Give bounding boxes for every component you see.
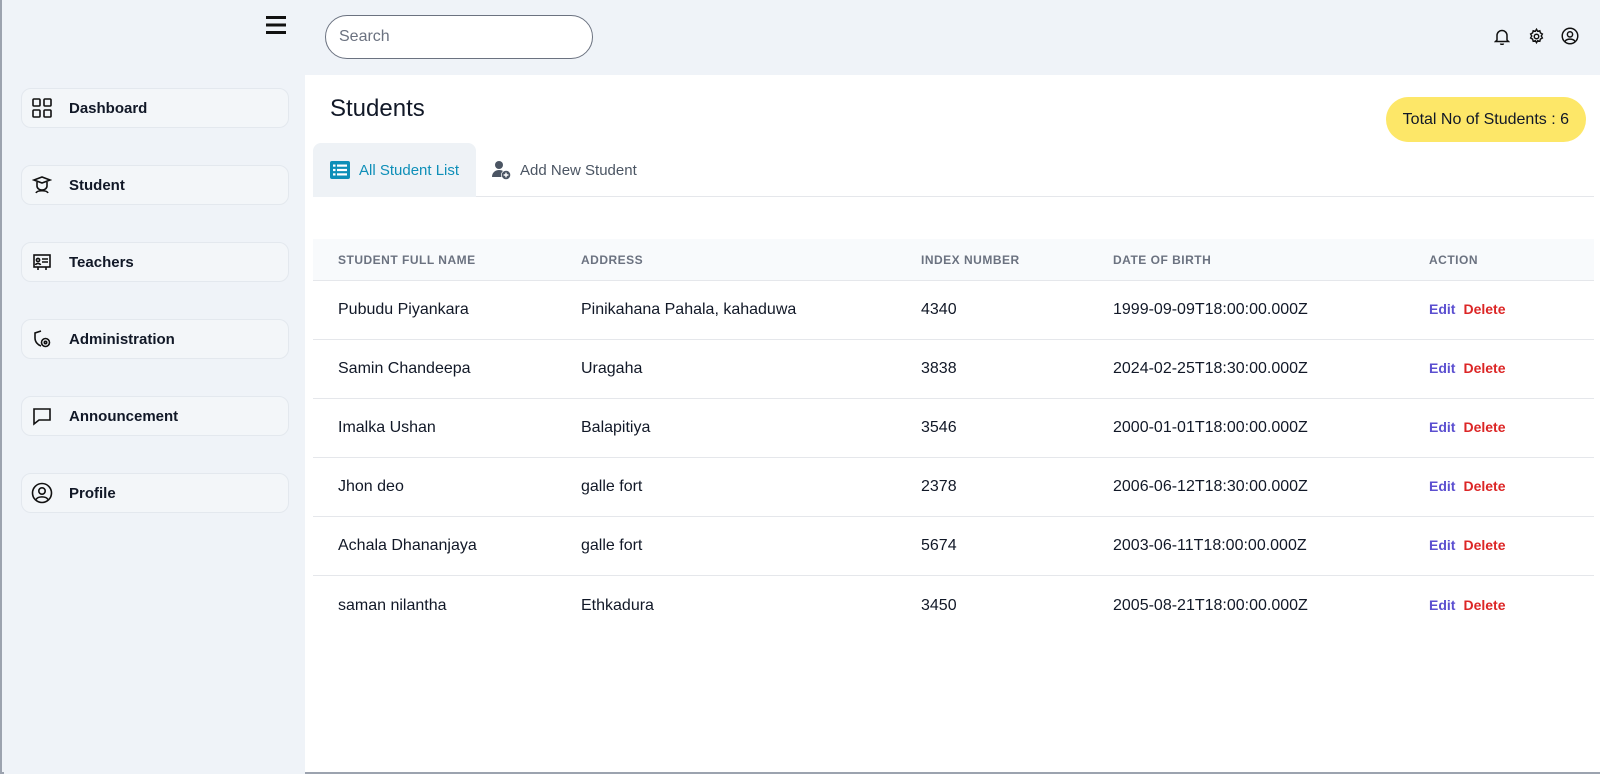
bell-icon[interactable] bbox=[1492, 26, 1512, 46]
delete-button[interactable]: Delete bbox=[1463, 419, 1505, 435]
user-circle-icon[interactable] bbox=[1560, 26, 1580, 46]
student-address: Uragaha bbox=[581, 360, 643, 377]
list-icon bbox=[330, 160, 350, 180]
sidebar-item-label: Student bbox=[69, 176, 125, 194]
student-address: galle fort bbox=[581, 478, 643, 495]
student-name: saman nilantha bbox=[338, 596, 447, 614]
tab-bar: All Student List Add New Student bbox=[313, 143, 1594, 197]
sidebar: Dashboard Student Teachers Administratio… bbox=[4, 0, 305, 774]
column-header-name: STUDENT FULL NAME bbox=[338, 252, 476, 267]
sidebar-item-label: Administration bbox=[69, 330, 175, 348]
student-name: Pubudu Piyankara bbox=[338, 301, 469, 318]
edit-button[interactable]: Edit bbox=[1429, 537, 1455, 553]
delete-button[interactable]: Delete bbox=[1463, 478, 1505, 494]
row-actions: Edit Delete bbox=[1429, 478, 1505, 496]
sidebar-item-announcement[interactable]: Announcement bbox=[21, 396, 289, 436]
row-actions: Edit Delete bbox=[1429, 360, 1505, 378]
administration-shield-icon bbox=[31, 328, 53, 350]
student-name: Achala Dhananjaya bbox=[338, 537, 477, 554]
student-dob: 2003-06-11T18:00:00.000Z bbox=[1113, 537, 1307, 554]
tab-label: Add New Student bbox=[520, 161, 637, 179]
delete-button[interactable]: Delete bbox=[1463, 537, 1505, 553]
table-row: Achala Dhananjaya galle fort 5674 2003-0… bbox=[313, 517, 1594, 576]
column-header-action: ACTION bbox=[1429, 252, 1478, 267]
total-students-badge: Total No of Students : 6 bbox=[1385, 97, 1586, 142]
sidebar-item-teachers[interactable]: Teachers bbox=[21, 242, 289, 282]
row-actions: Edit Delete bbox=[1429, 597, 1505, 615]
column-header-address: ADDRESS bbox=[581, 252, 644, 267]
edit-button[interactable]: Edit bbox=[1429, 360, 1455, 376]
student-index: 3546 bbox=[921, 419, 957, 436]
page-title: Students bbox=[330, 95, 425, 122]
students-table: STUDENT FULL NAME ADDRESS INDEX NUMBER D… bbox=[313, 239, 1594, 635]
student-address: Balapitiya bbox=[581, 419, 651, 436]
student-dob: 1999-09-09T18:00:00.000Z bbox=[1113, 301, 1308, 318]
table-row: Pubudu Piyankara Pinikahana Pahala, kaha… bbox=[313, 281, 1594, 340]
edit-button[interactable]: Edit bbox=[1429, 419, 1455, 435]
gear-icon[interactable] bbox=[1526, 26, 1546, 46]
hamburger-menu-icon[interactable] bbox=[262, 12, 290, 38]
student-index: 2378 bbox=[921, 478, 957, 495]
student-address: galle fort bbox=[581, 537, 643, 554]
student-address: Pinikahana Pahala, kahaduwa bbox=[581, 301, 797, 318]
row-actions: Edit Delete bbox=[1429, 537, 1505, 555]
student-dob: 2006-06-12T18:30:00.000Z bbox=[1113, 478, 1308, 495]
teacher-board-icon bbox=[31, 251, 53, 273]
student-index: 3838 bbox=[921, 360, 957, 377]
chat-bubble-icon bbox=[31, 405, 53, 427]
column-header-dob: DATE OF BIRTH bbox=[1113, 252, 1212, 267]
sidebar-item-profile[interactable]: Profile bbox=[21, 473, 289, 513]
row-actions: Edit Delete bbox=[1429, 419, 1505, 437]
student-address: Ethkadura bbox=[581, 596, 654, 614]
student-index: 4340 bbox=[921, 301, 957, 318]
student-index: 5674 bbox=[921, 537, 957, 554]
sidebar-item-label: Dashboard bbox=[69, 99, 148, 117]
topbar-icons bbox=[1492, 26, 1580, 46]
tab-add-new-student[interactable]: Add New Student bbox=[491, 143, 661, 197]
sidebar-item-dashboard[interactable]: Dashboard bbox=[21, 88, 289, 128]
delete-button[interactable]: Delete bbox=[1463, 360, 1505, 376]
table-row: Jhon deo galle fort 2378 2006-06-12T18:3… bbox=[313, 458, 1594, 517]
add-user-icon bbox=[491, 160, 511, 180]
main-content: Students Total No of Students : 6 All St… bbox=[305, 75, 1600, 772]
table-header: STUDENT FULL NAME ADDRESS INDEX NUMBER D… bbox=[313, 239, 1594, 281]
delete-button[interactable]: Delete bbox=[1463, 597, 1505, 613]
search-input[interactable] bbox=[325, 15, 593, 59]
tab-label: All Student List bbox=[359, 161, 460, 179]
student-graduate-icon bbox=[31, 174, 53, 196]
sidebar-item-student[interactable]: Student bbox=[21, 165, 289, 205]
edit-button[interactable]: Edit bbox=[1429, 301, 1455, 317]
table-row: Imalka Ushan Balapitiya 3546 2000-01-01T… bbox=[313, 399, 1594, 458]
sidebar-item-label: Announcement bbox=[69, 407, 179, 425]
table-row: saman nilantha Ethkadura 3450 2005-08-21… bbox=[313, 576, 1594, 635]
user-circle-icon bbox=[31, 482, 53, 504]
column-header-index: INDEX NUMBER bbox=[921, 252, 1020, 267]
edit-button[interactable]: Edit bbox=[1429, 597, 1455, 613]
sidebar-item-label: Profile bbox=[69, 484, 116, 502]
sidebar-item-administration[interactable]: Administration bbox=[21, 319, 289, 359]
student-dob: 2000-01-01T18:00:00.000Z bbox=[1113, 419, 1308, 436]
student-name: Imalka Ushan bbox=[338, 419, 436, 436]
dashboard-grid-icon bbox=[31, 97, 53, 119]
student-name: Samin Chandeepa bbox=[338, 360, 471, 377]
student-name: Jhon deo bbox=[338, 478, 404, 495]
tab-all-student-list[interactable]: All Student List bbox=[313, 143, 476, 197]
row-actions: Edit Delete bbox=[1429, 301, 1505, 319]
edit-button[interactable]: Edit bbox=[1429, 478, 1455, 494]
app-window: Dashboard Student Teachers Administratio… bbox=[0, 0, 1600, 774]
sidebar-item-label: Teachers bbox=[69, 253, 134, 271]
student-dob: 2005-08-21T18:00:00.000Z bbox=[1113, 596, 1308, 614]
student-dob: 2024-02-25T18:30:00.000Z bbox=[1113, 360, 1308, 377]
table-row: Samin Chandeepa Uragaha 3838 2024-02-25T… bbox=[313, 340, 1594, 399]
delete-button[interactable]: Delete bbox=[1463, 301, 1505, 317]
student-index: 3450 bbox=[921, 596, 957, 614]
